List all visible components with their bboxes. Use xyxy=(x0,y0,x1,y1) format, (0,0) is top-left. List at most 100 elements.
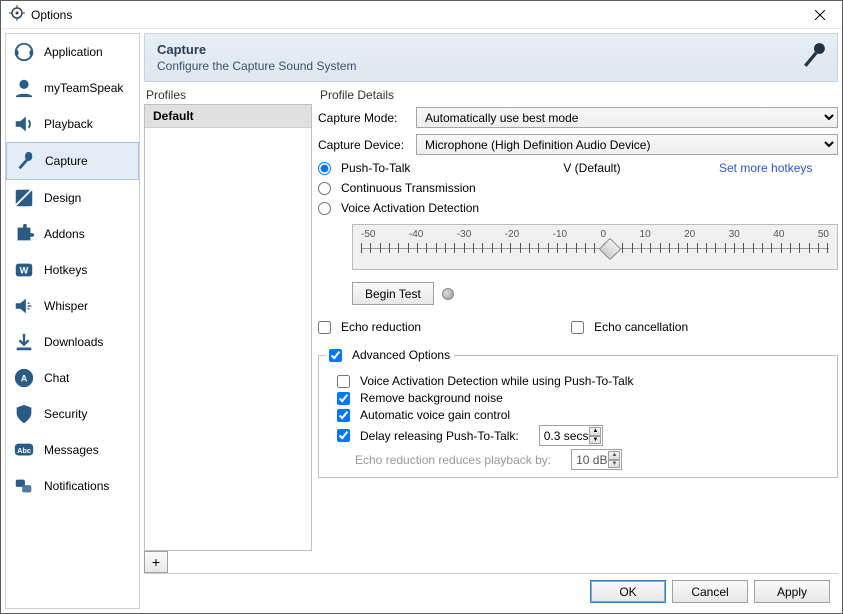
window-title: Options xyxy=(31,8,72,22)
options-icon xyxy=(9,5,25,24)
sidebar-item-whisper[interactable]: Whisper xyxy=(6,288,139,324)
capture-device-select[interactable]: Microphone (High Definition Audio Device… xyxy=(416,134,838,155)
delay-ptt-stepper[interactable]: 0.3 secs ▲▼ xyxy=(539,425,604,446)
sidebar-item-label: Notifications xyxy=(44,479,109,493)
set-more-hotkeys-link[interactable]: Set more hotkeys xyxy=(719,161,812,175)
ptt-hotkey-field[interactable]: V (Default) xyxy=(479,161,705,175)
profiles-pane: Profiles Default + xyxy=(144,86,312,573)
ptt-radio[interactable] xyxy=(318,162,331,175)
delay-ptt-checkbox[interactable] xyxy=(337,429,350,442)
echo-cancellation-label: Echo cancellation xyxy=(594,320,688,334)
capture-mode-select[interactable]: Automatically use best mode xyxy=(416,107,838,128)
design-icon xyxy=(12,186,36,210)
user-icon xyxy=(12,76,36,100)
svg-text:A: A xyxy=(21,374,28,384)
sidebar-item-application[interactable]: Application xyxy=(6,34,139,70)
continuous-radio[interactable] xyxy=(318,182,331,195)
vad-slider[interactable]: -50-40-30-20-1001020304050 xyxy=(352,224,838,270)
capture-device-label: Capture Device: xyxy=(318,138,410,152)
profile-details-pane: Profile Details Capture Mode: Automatica… xyxy=(312,86,838,573)
notifications-icon xyxy=(12,474,36,498)
advanced-options-checkbox[interactable] xyxy=(329,349,342,362)
remove-noise-checkbox[interactable] xyxy=(337,392,350,405)
continuous-label: Continuous Transmission xyxy=(341,181,476,195)
sidebar: Application myTeamSpeak Playback Capture… xyxy=(5,33,140,609)
shield-icon xyxy=(12,402,36,426)
sidebar-item-playback[interactable]: Playback xyxy=(6,106,139,142)
echo-playback-label: Echo reduction reduces playback by: xyxy=(355,453,551,467)
download-icon xyxy=(12,330,36,354)
sidebar-item-myteamspeak[interactable]: myTeamSpeak xyxy=(6,70,139,106)
sidebar-item-label: Downloads xyxy=(44,335,103,349)
sidebar-item-messages[interactable]: Abc Messages xyxy=(6,432,139,468)
advanced-legend: Advanced Options xyxy=(352,348,450,362)
profiles-list[interactable]: Default xyxy=(144,104,312,551)
speaker-icon xyxy=(12,112,36,136)
sidebar-item-addons[interactable]: Addons xyxy=(6,216,139,252)
profile-item[interactable]: Default xyxy=(145,105,311,128)
section-title: Capture xyxy=(157,42,825,57)
echo-cancellation-checkbox[interactable] xyxy=(571,321,584,334)
sidebar-item-label: Security xyxy=(44,407,87,421)
sidebar-item-label: Addons xyxy=(44,227,85,241)
sidebar-item-label: myTeamSpeak xyxy=(44,81,123,95)
sidebar-item-label: Playback xyxy=(44,117,93,131)
keyboard-icon: W xyxy=(12,258,36,282)
advanced-fieldset: Advanced Options Voice Activation Detect… xyxy=(318,345,838,478)
section-subtitle: Configure the Capture Sound System xyxy=(157,59,825,73)
echo-reduction-label: Echo reduction xyxy=(341,320,421,334)
ptt-label: Push-To-Talk xyxy=(341,161,473,175)
profile-details-label: Profile Details xyxy=(320,88,838,102)
messages-icon: Abc xyxy=(12,438,36,462)
sidebar-item-capture[interactable]: Capture xyxy=(6,142,139,180)
sidebar-item-label: Whisper xyxy=(44,299,88,313)
chat-icon: A xyxy=(12,366,36,390)
remove-noise-label: Remove background noise xyxy=(360,391,503,405)
vad-ptt-checkbox[interactable] xyxy=(337,375,350,388)
options-window: Options Application myTeamSpeak Playback… xyxy=(0,0,843,614)
microphone-icon xyxy=(13,149,37,173)
test-led-icon xyxy=(442,288,454,300)
slider-tick-labels: -50-40-30-20-1001020304050 xyxy=(353,229,837,241)
profiles-label: Profiles xyxy=(146,88,312,102)
sidebar-item-chat[interactable]: A Chat xyxy=(6,360,139,396)
delay-ptt-label: Delay releasing Push-To-Talk: xyxy=(360,429,519,443)
auto-gain-checkbox[interactable] xyxy=(337,409,350,422)
add-profile-button[interactable]: + xyxy=(144,551,168,573)
sidebar-item-notifications[interactable]: Notifications xyxy=(6,468,139,504)
puzzle-icon xyxy=(12,222,36,246)
headset-icon xyxy=(12,40,36,64)
close-button[interactable] xyxy=(798,1,842,29)
sidebar-item-label: Hotkeys xyxy=(44,263,87,277)
vad-ptt-label: Voice Activation Detection while using P… xyxy=(360,374,633,388)
sidebar-item-label: Design xyxy=(44,191,81,205)
sidebar-item-label: Chat xyxy=(44,371,69,385)
vad-radio[interactable] xyxy=(318,202,331,215)
echo-playback-stepper: 10 dB ▲▼ xyxy=(571,449,622,470)
microphone-icon xyxy=(801,42,827,71)
sidebar-item-label: Application xyxy=(44,45,103,59)
svg-text:Abc: Abc xyxy=(17,446,31,455)
sidebar-item-security[interactable]: Security xyxy=(6,396,139,432)
dialog-footer: OK Cancel Apply xyxy=(144,573,838,609)
capture-mode-label: Capture Mode: xyxy=(318,111,410,125)
whisper-icon xyxy=(12,294,36,318)
sidebar-item-hotkeys[interactable]: W Hotkeys xyxy=(6,252,139,288)
content-row: Profiles Default + Profile Details Captu… xyxy=(144,86,838,573)
titlebar: Options xyxy=(1,1,842,29)
svg-text:W: W xyxy=(20,266,29,276)
main-content: Capture Configure the Capture Sound Syst… xyxy=(144,33,838,609)
apply-button[interactable]: Apply xyxy=(754,580,830,603)
echo-reduction-checkbox[interactable] xyxy=(318,321,331,334)
sidebar-item-label: Messages xyxy=(44,443,99,457)
sidebar-item-design[interactable]: Design xyxy=(6,180,139,216)
dialog-body: Application myTeamSpeak Playback Capture… xyxy=(1,29,842,613)
auto-gain-label: Automatic voice gain control xyxy=(360,408,510,422)
ok-button[interactable]: OK xyxy=(590,580,666,603)
cancel-button[interactable]: Cancel xyxy=(672,580,748,603)
sidebar-item-label: Capture xyxy=(45,154,88,168)
vad-label: Voice Activation Detection xyxy=(341,201,479,215)
section-header: Capture Configure the Capture Sound Syst… xyxy=(144,33,838,82)
begin-test-button[interactable]: Begin Test xyxy=(352,282,434,305)
sidebar-item-downloads[interactable]: Downloads xyxy=(6,324,139,360)
